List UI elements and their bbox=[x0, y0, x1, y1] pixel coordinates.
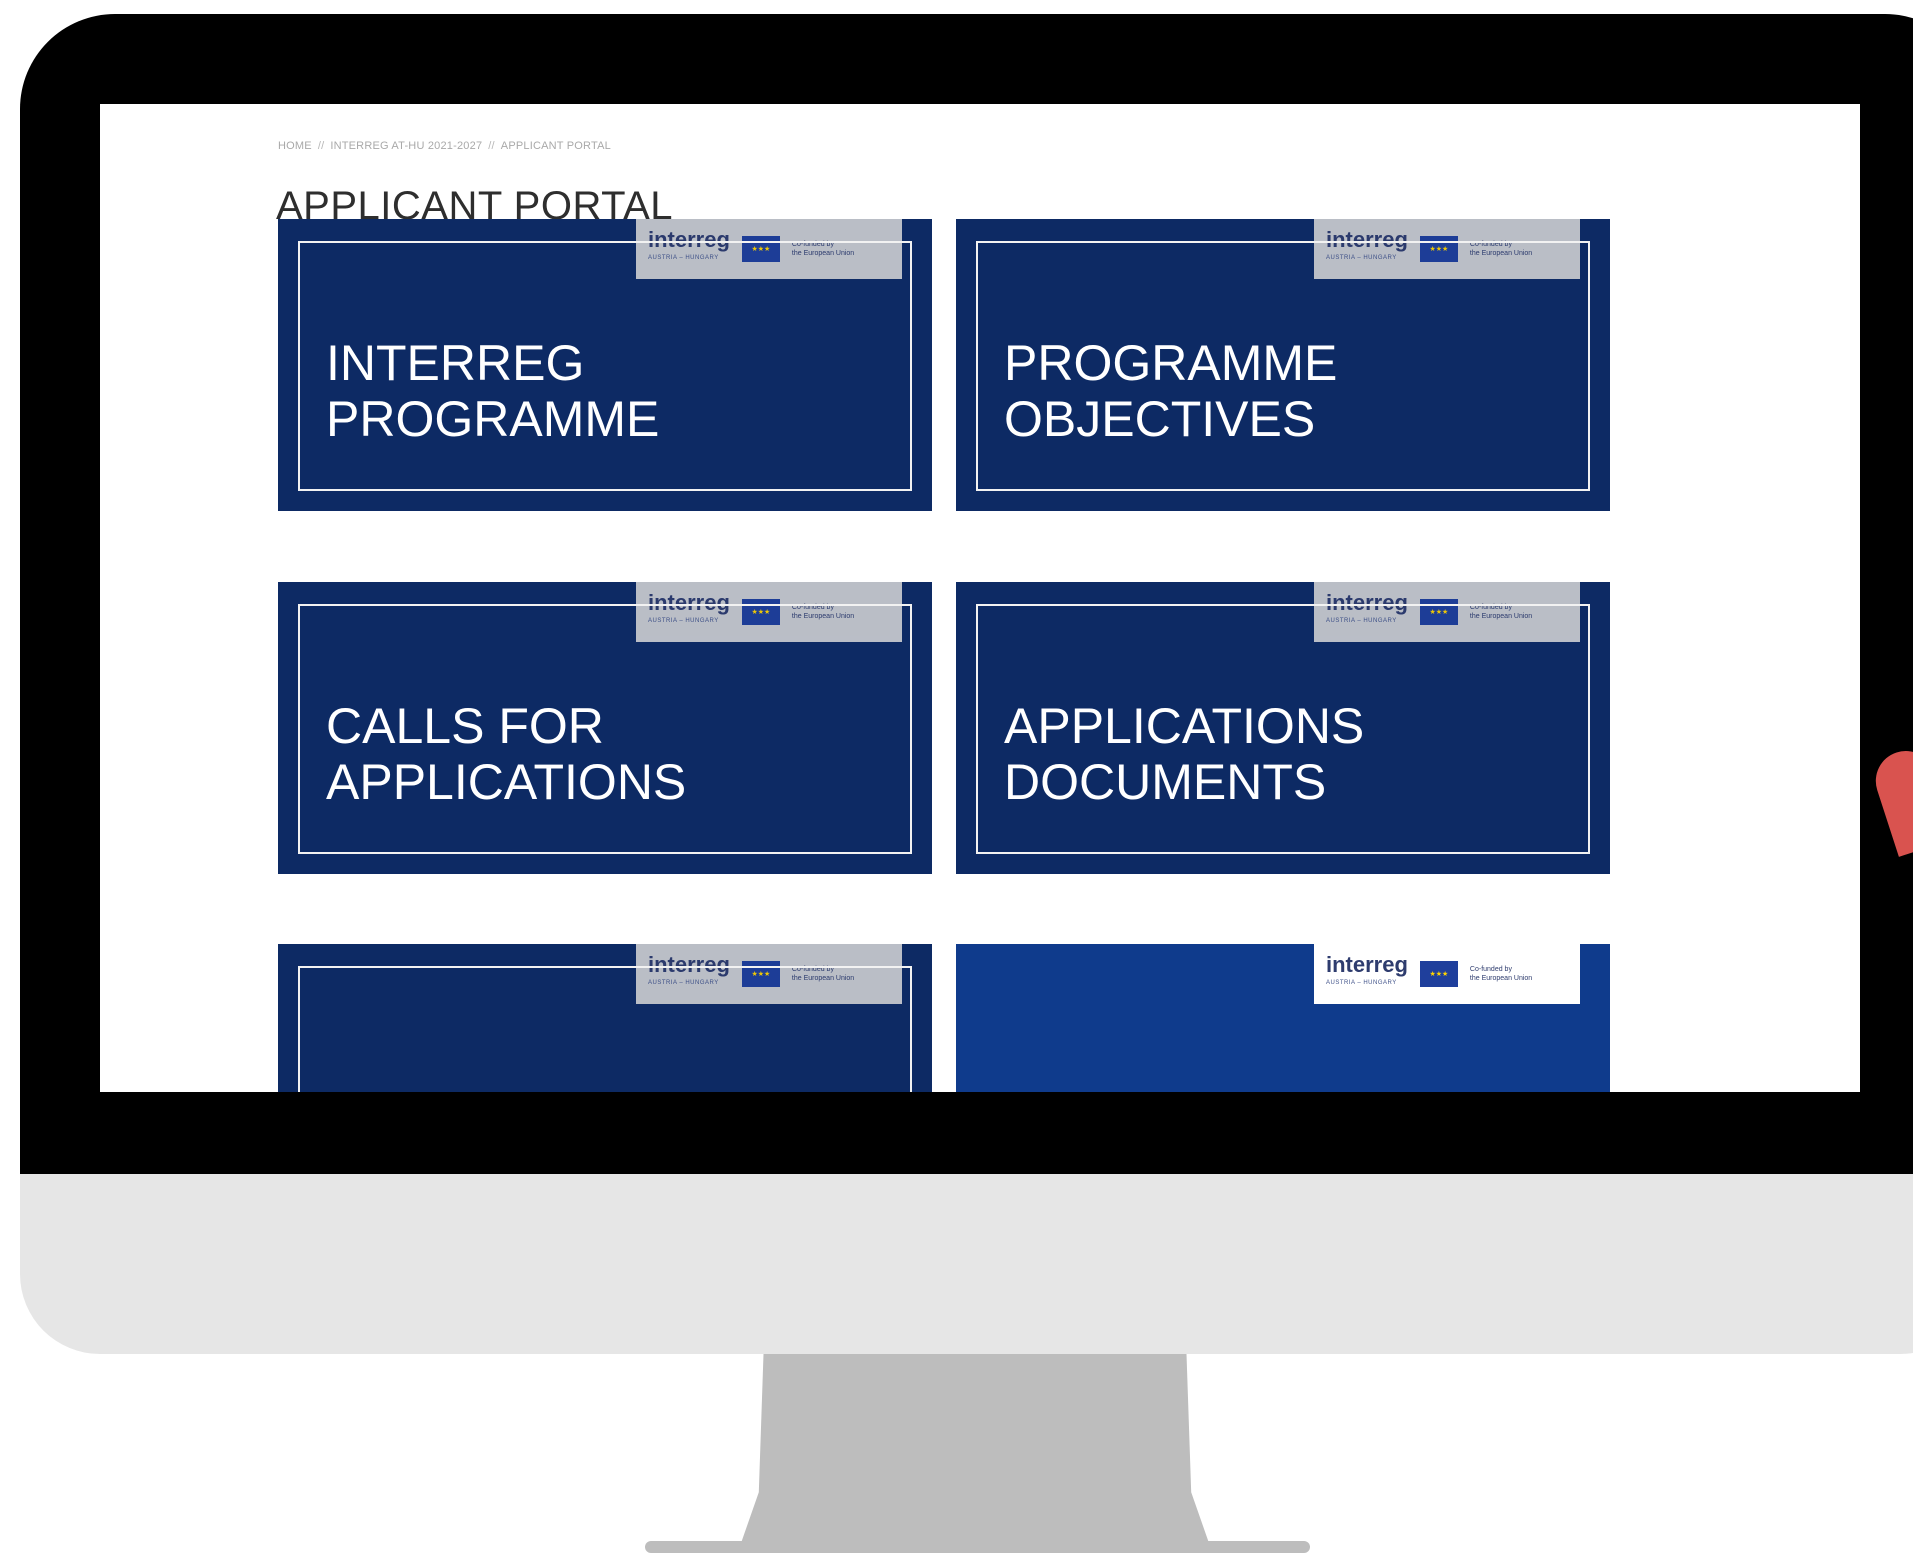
breadcrumb-home[interactable]: HOME bbox=[278, 140, 312, 152]
tile-programme-objectives[interactable]: interreg AUSTRIA – HUNGARY ★★★ Co-funded… bbox=[956, 219, 1610, 511]
interreg-logo: interreg AUSTRIA – HUNGARY ★★★ Co-funded… bbox=[1314, 944, 1580, 1004]
eu-flag-icon: ★★★ bbox=[1419, 961, 1458, 987]
breadcrumb-current: APPLICANT PORTAL bbox=[500, 140, 611, 152]
monitor-stand-base bbox=[645, 1541, 1310, 1553]
tile-frame bbox=[298, 966, 912, 1092]
monitor-stand bbox=[740, 1354, 1210, 1546]
eu-union-text: the European Union bbox=[1469, 975, 1533, 982]
monitor-chin bbox=[20, 1174, 1913, 1354]
tile-applications-documents[interactable]: interreg AUSTRIA – HUNGARY ★★★ Co-funded… bbox=[956, 582, 1610, 874]
tile-row3-left[interactable]: interreg AUSTRIA – HUNGARY ★★★ Co-funded… bbox=[278, 944, 932, 1092]
screen: HOME // INTERREG AT-HU 2021-2027 // APPL… bbox=[100, 104, 1860, 1092]
tile-label: APPLICATIONS DOCUMENTS bbox=[1004, 698, 1365, 810]
breadcrumb: HOME // INTERREG AT-HU 2021-2027 // APPL… bbox=[278, 140, 611, 152]
breadcrumb-programme[interactable]: INTERREG AT-HU 2021-2027 bbox=[330, 140, 482, 152]
tile-label: INTERREG PROGRAMME bbox=[326, 335, 660, 447]
logo-subtitle: AUSTRIA – HUNGARY bbox=[1326, 980, 1397, 986]
tile-interreg-programme[interactable]: interreg AUSTRIA – HUNGARY ★★★ Co-funded… bbox=[278, 219, 932, 511]
eu-cofunded-text: Co-funded by bbox=[1469, 966, 1512, 973]
breadcrumb-separator: // bbox=[317, 140, 325, 152]
tile-calls-for-applications[interactable]: interreg AUSTRIA – HUNGARY ★★★ Co-funded… bbox=[278, 582, 932, 874]
tile-row3-right[interactable]: interreg AUSTRIA – HUNGARY ★★★ Co-funded… bbox=[956, 944, 1610, 1092]
breadcrumb-separator: // bbox=[488, 140, 495, 152]
tile-label: CALLS FOR APPLICATIONS bbox=[326, 698, 687, 810]
tile-label: PROGRAMME OBJECTIVES bbox=[1004, 335, 1338, 447]
